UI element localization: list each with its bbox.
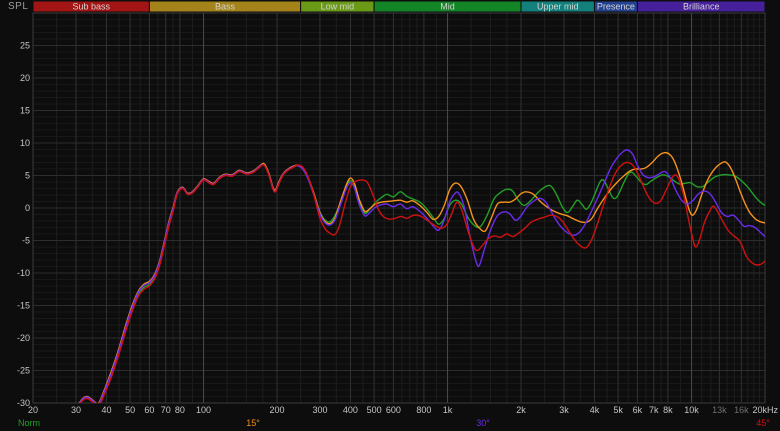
x-tick-label: 80 (175, 405, 185, 415)
band-segment: Presence (593, 0, 638, 13)
x-tick-label: 100 (196, 405, 211, 415)
x-tick-label: 5k (613, 405, 623, 415)
x-tick-label: 8k (663, 405, 673, 415)
band-label: Mid (440, 2, 455, 12)
x-tick-label: 500 (367, 405, 382, 415)
band-label: Low mid (321, 2, 355, 12)
band-label: Bass (215, 2, 236, 12)
y-tick-label: 20 (20, 73, 30, 83)
band-segment: Low mid (300, 0, 375, 13)
x-tick-label: 6k (633, 405, 643, 415)
x-tick-label: 400 (343, 405, 358, 415)
spl-measurement-chart: SPL Sub bass Bass Low mid Mid Upper mid Prese… (0, 0, 780, 431)
y-tick-label: -10 (17, 268, 30, 278)
grid (32, 12, 766, 404)
y-tick-label: 0 (25, 203, 30, 213)
band-segment: Sub bass (32, 0, 150, 13)
legend-item-45deg[interactable]: 45° (756, 418, 770, 428)
x-tick-label: 50 (125, 405, 135, 415)
frequency-band-header: Sub bass Bass Low mid Mid Upper mid Presence B… (32, 0, 766, 13)
x-tick-label: 30 (71, 405, 81, 415)
y-axis-labels: 2520151050-5-10-15-20-25-30 (17, 41, 30, 409)
x-tick-label: 3k (559, 405, 569, 415)
band-label: Presence (597, 2, 635, 12)
y-tick-label: 10 (20, 138, 30, 148)
band-segment: Bass (148, 0, 302, 13)
x-tick-label: 200 (269, 405, 284, 415)
x-tick-label: 1k (443, 405, 453, 415)
y-tick-label: 5 (25, 171, 30, 181)
x-tick-label: 2k (516, 405, 526, 415)
y-tick-label: -25 (17, 366, 30, 376)
x-tick-label: 13k (712, 405, 727, 415)
band-label: Brilliance (683, 2, 720, 12)
y-tick-label: -5 (22, 236, 30, 246)
y-tick-label: -20 (17, 333, 30, 343)
y-tick-label: -15 (17, 301, 30, 311)
band-label: Upper mid (537, 2, 579, 12)
x-axis-labels: 20 30 40 50 60 70 80 100 200 300 400 500 600 800 1k 2k 3… (28, 405, 779, 415)
x-tick-label: 4k (590, 405, 600, 415)
x-tick-label: 20kHz (752, 405, 778, 415)
band-label: Sub bass (72, 2, 110, 12)
band-segment: Mid (373, 0, 522, 13)
x-tick-label: 60 (144, 405, 154, 415)
y-tick-label: 25 (20, 41, 30, 51)
y-tick-label: 15 (20, 106, 30, 116)
x-tick-label: 300 (312, 405, 327, 415)
legend-item-norm[interactable]: Norm (18, 418, 40, 428)
x-tick-label: 800 (416, 405, 431, 415)
x-tick-label: 20 (28, 405, 38, 415)
plot-area[interactable]: Sub bass Bass Low mid Mid Upper mid Presence B… (0, 0, 780, 431)
x-tick-label: 7k (649, 405, 659, 415)
band-segment: Brilliance (636, 0, 766, 13)
x-tick-label: 10k (684, 405, 699, 415)
x-tick-label: 600 (386, 405, 401, 415)
legend-item-30deg[interactable]: 30° (476, 418, 490, 428)
legend-item-15deg[interactable]: 15° (246, 418, 260, 428)
x-tick-label: 16k (734, 405, 749, 415)
band-segment: Upper mid (520, 0, 595, 13)
x-tick-label: 40 (101, 405, 111, 415)
x-tick-label: 70 (161, 405, 171, 415)
